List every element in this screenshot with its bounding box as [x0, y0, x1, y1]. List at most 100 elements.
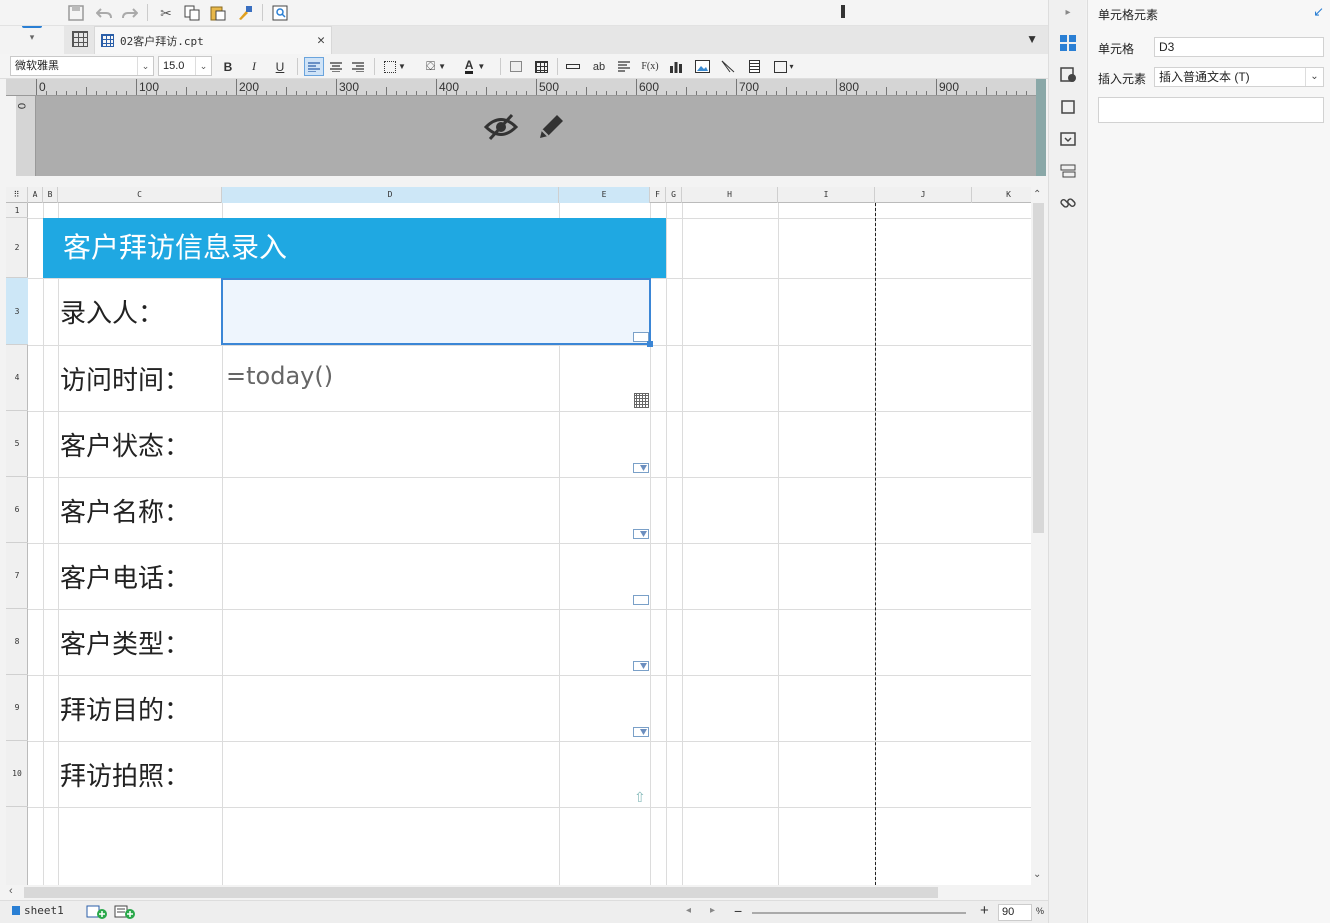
column-header[interactable]: B	[43, 187, 58, 203]
column-header[interactable]: C	[58, 187, 222, 203]
paste-icon[interactable]	[208, 3, 228, 23]
sub-report-icon[interactable]	[744, 57, 764, 76]
style-icon[interactable]	[1059, 98, 1077, 116]
row-header[interactable]: 2	[6, 218, 28, 278]
zoom-slider[interactable]	[752, 912, 966, 914]
row-header[interactable]: 6	[6, 477, 28, 543]
widget-icon[interactable]	[1059, 130, 1077, 148]
visit-time-formula[interactable]: =today()	[226, 362, 333, 390]
font-size-select[interactable]: 15.0 ⌄	[158, 56, 212, 76]
column-header[interactable]: J	[875, 187, 972, 203]
rich-text-icon[interactable]	[614, 57, 634, 76]
align-center-button[interactable]	[326, 57, 346, 76]
text-cell-button[interactable]: ab	[589, 57, 609, 76]
undo-icon[interactable]	[94, 3, 114, 23]
zoom-input[interactable]: 90	[998, 904, 1032, 921]
row-header[interactable]: 1	[6, 203, 28, 218]
row-header[interactable]: 3	[6, 278, 28, 345]
form-label[interactable]: 客户状态：	[58, 411, 222, 477]
italic-button[interactable]: I	[244, 57, 264, 76]
cut-icon[interactable]: ✂	[156, 3, 176, 23]
bold-button[interactable]: B	[218, 57, 238, 76]
horizontal-scrollbar[interactable]: ‹	[6, 885, 1031, 900]
zoom-slider-thumb[interactable]	[841, 5, 845, 18]
cell-input[interactable]: D3	[1154, 37, 1324, 57]
column-header[interactable]: I	[778, 187, 875, 203]
merge-cells-icon[interactable]	[506, 57, 526, 76]
vertical-scrollbar[interactable]: ⌃ ⌄	[1031, 187, 1046, 885]
border-button[interactable]: ▼	[380, 57, 410, 76]
spreadsheet-grid[interactable]: ⠿ A B C D E F G H I J K 1 2 3 4 5 6 7 8 9 10 客户拜访信息录入 录入人： 访问…	[6, 187, 1046, 885]
formula-button[interactable]: F(x)	[640, 57, 660, 76]
scroll-down-icon[interactable]: ⌄	[1033, 869, 1041, 880]
row-header[interactable]: 7	[6, 543, 28, 609]
row-header[interactable]: 10	[6, 741, 28, 807]
close-icon[interactable]: ✕	[317, 33, 325, 48]
form-label[interactable]: 客户类型：	[58, 609, 222, 675]
column-header[interactable]: H	[682, 187, 778, 203]
hyperlink-icon[interactable]	[1059, 194, 1077, 212]
fill-color-button[interactable]: ⛋ ▼	[420, 57, 452, 76]
column-header[interactable]: D	[222, 187, 559, 203]
image-icon[interactable]	[692, 57, 712, 76]
row-header[interactable]: 4	[6, 345, 28, 411]
fill-handle[interactable]	[647, 341, 653, 347]
cell-attribute-icon[interactable]	[1059, 66, 1077, 84]
add-sheet-icon[interactable]	[86, 905, 108, 919]
form-title[interactable]: 客户拜访信息录入	[43, 218, 666, 278]
align-right-button[interactable]	[348, 57, 368, 76]
sheet-tab[interactable]: sheet1	[12, 904, 64, 917]
copy-icon[interactable]	[182, 3, 202, 23]
form-label[interactable]: 客户电话：	[58, 543, 222, 609]
redo-icon[interactable]	[120, 3, 140, 23]
condition-icon[interactable]	[1059, 162, 1077, 180]
select-all-corner[interactable]: ⠿	[6, 187, 28, 203]
collapse-arrow-icon[interactable]: ▸	[1059, 3, 1077, 21]
form-label[interactable]: 拜访拍照：	[58, 741, 222, 807]
form-label[interactable]: 录入人：	[58, 278, 222, 345]
scroll-thumb[interactable]	[1033, 203, 1044, 533]
scroll-thumb[interactable]	[24, 887, 938, 898]
tab-file[interactable]: 02客户拜访.cpt ✕	[94, 26, 332, 54]
align-left-button[interactable]	[304, 57, 324, 76]
unmerge-cells-icon[interactable]	[531, 57, 551, 76]
font-color-button[interactable]: A ▼	[458, 57, 492, 76]
column-header[interactable]: F	[650, 187, 666, 203]
insert-cell-icon[interactable]	[563, 57, 583, 76]
pin-icon[interactable]: ↙	[1313, 4, 1324, 20]
column-header[interactable]: A	[28, 187, 43, 203]
column-header[interactable]: G	[666, 187, 682, 203]
format-painter-icon[interactable]	[235, 3, 255, 23]
zoom-in-button[interactable]: +	[980, 902, 989, 919]
upload-icon: ⇧	[634, 789, 646, 805]
pencil-icon[interactable]	[536, 110, 568, 142]
new-report-icon[interactable]	[72, 31, 88, 47]
next-sheet-icon[interactable]: ▸	[710, 905, 715, 916]
prev-sheet-icon[interactable]: ◂	[686, 905, 691, 916]
form-label[interactable]: 客户名称：	[58, 477, 222, 543]
cell-element-icon[interactable]	[1059, 34, 1077, 52]
form-label[interactable]: 拜访目的：	[58, 675, 222, 741]
add-form-sheet-icon[interactable]	[114, 905, 136, 919]
form-label[interactable]: 访问时间：	[58, 345, 222, 411]
row-header[interactable]: 5	[6, 411, 28, 477]
font-family-select[interactable]: 微软雅黑 ⌄	[10, 56, 154, 76]
column-header[interactable]: E	[559, 187, 650, 203]
main-toolbar: ✂	[0, 0, 1048, 26]
zoom-out-button[interactable]: −	[734, 903, 742, 919]
underline-button[interactable]: U	[270, 57, 290, 76]
more-insert-button[interactable]: ▾	[770, 57, 798, 76]
eye-off-icon[interactable]	[484, 112, 518, 142]
chart-icon[interactable]	[666, 57, 686, 76]
insert-element-select[interactable]: 插入普通文本 (T) ⌄	[1154, 67, 1324, 87]
selected-cell-d3[interactable]	[221, 278, 651, 345]
row-header[interactable]: 9	[6, 675, 28, 741]
preview-icon[interactable]	[270, 3, 290, 23]
slash-cell-icon[interactable]	[718, 57, 738, 76]
row-header[interactable]: 8	[6, 609, 28, 675]
save-icon[interactable]	[66, 3, 86, 23]
scroll-left-icon[interactable]: ‹	[9, 885, 13, 897]
cell-content-editor[interactable]	[1098, 97, 1324, 123]
tab-list-icon[interactable]: ▼	[1026, 32, 1038, 46]
scroll-up-icon[interactable]: ⌃	[1033, 189, 1041, 200]
